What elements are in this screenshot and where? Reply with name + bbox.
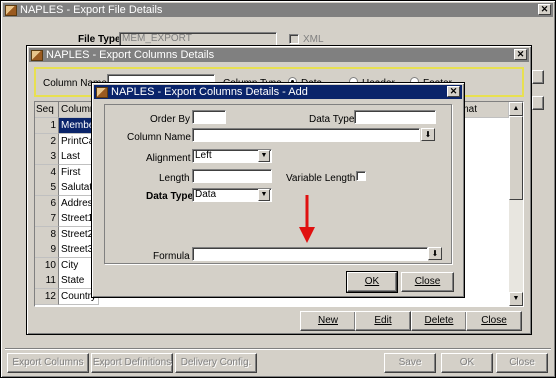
length-label: Length bbox=[159, 173, 190, 184]
grid-scrollbar[interactable]: ▲ ▼ bbox=[509, 102, 523, 306]
grid-row-seq[interactable]: 4 bbox=[35, 164, 59, 181]
column-name-lookup-icon[interactable]: ⬇ bbox=[421, 128, 435, 141]
variable-length-checkbox[interactable] bbox=[356, 171, 366, 181]
data-type-top-input[interactable] bbox=[354, 110, 436, 124]
file-type-field: MEM_EXPORT bbox=[119, 32, 277, 46]
order-by-input[interactable] bbox=[192, 110, 226, 124]
grid-row-seq[interactable]: 9 bbox=[35, 242, 59, 258]
add-app-icon bbox=[96, 86, 108, 98]
alignment-label: Alignment bbox=[146, 153, 191, 164]
new-button[interactable]: New bbox=[300, 311, 356, 331]
columns-title-bar[interactable]: NAPLES - Export Columns Details ✕ bbox=[29, 48, 529, 62]
main-ok-button[interactable]: OK bbox=[441, 353, 493, 373]
columns-app-icon bbox=[31, 49, 43, 61]
grid-row-seq[interactable]: 5 bbox=[35, 180, 59, 196]
grid-row-seq[interactable]: 3 bbox=[35, 149, 59, 165]
export-columns-add-dialog: NAPLES - Export Columns Details - Add ✕ … bbox=[91, 82, 465, 298]
delivery-config-button[interactable]: Delivery Config. bbox=[175, 353, 257, 373]
formula-lookup-icon[interactable]: ⬇ bbox=[428, 247, 442, 260]
column-name-input[interactable] bbox=[192, 128, 420, 142]
export-columns-button[interactable]: Export Columns bbox=[7, 353, 89, 373]
grid-row-seq[interactable]: 11 bbox=[35, 273, 59, 289]
edit-button[interactable]: Edit bbox=[355, 311, 411, 331]
main-close-icon[interactable]: ✕ bbox=[538, 4, 551, 15]
columns-close-button[interactable]: Close bbox=[466, 311, 522, 331]
add-close-button[interactable]: Close bbox=[401, 272, 454, 292]
add-ok-button[interactable]: OK bbox=[346, 271, 398, 293]
formula-label: Formula bbox=[153, 251, 190, 262]
add-close-label: Close bbox=[414, 276, 441, 287]
columns-title: NAPLES - Export Columns Details bbox=[46, 49, 215, 61]
order-by-label: Order By bbox=[150, 114, 191, 125]
main-side-button-1[interactable] bbox=[532, 70, 544, 84]
alignment-dropdown-icon[interactable]: ▼ bbox=[258, 150, 270, 162]
columns-close-button-label: Close bbox=[481, 315, 507, 326]
edit-button-label: Edit bbox=[374, 315, 392, 326]
app-icon bbox=[5, 4, 17, 16]
add-title-bar[interactable]: NAPLES - Export Columns Details - Add ✕ bbox=[94, 85, 462, 99]
main-title-bar[interactable]: NAPLES - Export File Details ✕ bbox=[3, 3, 553, 17]
red-arrow-annotation-icon bbox=[299, 195, 315, 243]
column-name-label: Column Name bbox=[127, 132, 191, 143]
grid-row-seq[interactable]: 7 bbox=[35, 211, 59, 227]
grid-row-seq[interactable]: 1 bbox=[35, 118, 59, 134]
xml-label: XML bbox=[303, 34, 324, 45]
variable-length-label: Variable Length bbox=[286, 173, 356, 184]
delete-button-label: Delete bbox=[424, 315, 454, 326]
main-side-button-2[interactable] bbox=[532, 96, 544, 110]
grid-header-seq[interactable]: Seq bbox=[35, 102, 59, 118]
grid-row-seq[interactable]: 12 bbox=[35, 288, 59, 305]
grid-row-seq[interactable]: 10 bbox=[35, 257, 59, 274]
data-type-dropdown-icon[interactable]: ▼ bbox=[258, 189, 270, 201]
add-title: NAPLES - Export Columns Details - Add bbox=[111, 86, 308, 98]
data-type-top-label: Data Type bbox=[309, 114, 355, 125]
grid-row-seq[interactable]: 2 bbox=[35, 133, 59, 150]
data-type-label: Data Type bbox=[146, 191, 194, 202]
main-title: NAPLES - Export File Details bbox=[20, 4, 163, 16]
save-button[interactable]: Save bbox=[384, 353, 436, 373]
footer-separator bbox=[5, 348, 551, 350]
columns-close-icon[interactable]: ✕ bbox=[514, 49, 527, 60]
delete-button[interactable]: Delete bbox=[411, 311, 467, 331]
grid-row-seq[interactable]: 8 bbox=[35, 226, 59, 243]
file-type-label: File Type bbox=[78, 34, 121, 45]
length-input[interactable] bbox=[192, 169, 272, 183]
add-ok-label: OK bbox=[364, 276, 380, 287]
scroll-up-icon[interactable]: ▲ bbox=[509, 102, 523, 116]
main-close-button[interactable]: Close bbox=[496, 353, 548, 373]
grid-row-seq[interactable]: 6 bbox=[35, 195, 59, 212]
scroll-thumb[interactable] bbox=[509, 116, 523, 200]
export-definitions-button[interactable]: Export Definitions bbox=[91, 353, 173, 373]
formula-input[interactable] bbox=[192, 247, 428, 261]
new-button-label: New bbox=[317, 315, 338, 326]
xml-checkbox bbox=[289, 34, 299, 44]
scroll-down-icon[interactable]: ▼ bbox=[509, 292, 523, 306]
add-close-icon[interactable]: ✕ bbox=[447, 86, 460, 97]
